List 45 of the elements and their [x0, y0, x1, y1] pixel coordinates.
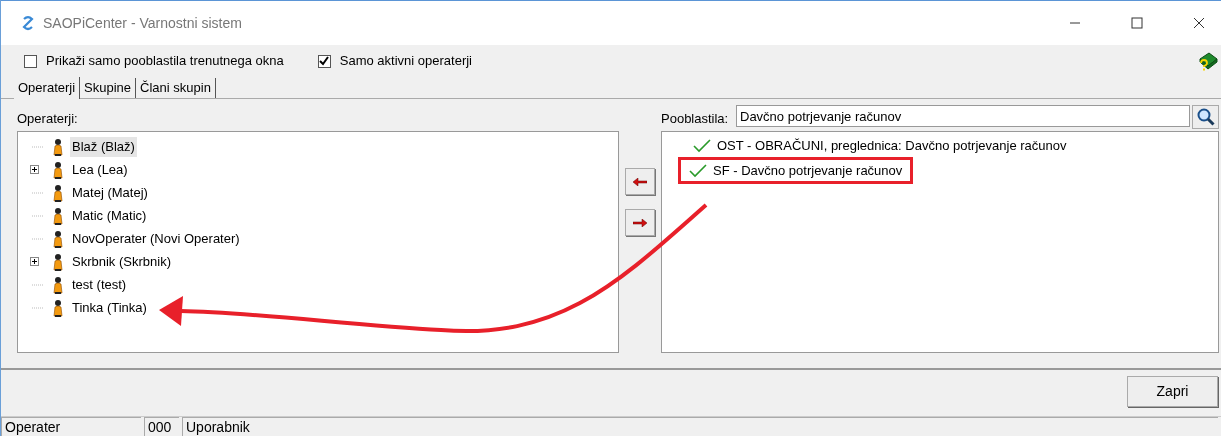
expand-icon[interactable]	[30, 165, 39, 174]
operator-item[interactable]: Lea (Lea)	[70, 159, 130, 180]
help-book-icon[interactable]	[1197, 51, 1219, 71]
user-icon	[52, 275, 64, 294]
highlighted-permission-item[interactable]: SF - Davčno potrjevanje računov	[678, 157, 914, 184]
status-field: Uporabnik	[182, 417, 1218, 436]
operator-item[interactable]: Blaž (Blaž)	[70, 136, 137, 157]
tab[interactable]: Operaterji	[14, 77, 81, 99]
window-title: SAOPiCenter - Varnostni sistem	[43, 13, 242, 33]
permission-item[interactable]: OST - OBRAČUNI, preglednica: Davčno potrjevanje računov	[682, 135, 1078, 157]
operator-item[interactable]: test (test)	[70, 274, 129, 295]
operator-item[interactable]: Matej (Matej)	[70, 182, 150, 203]
user-icon	[52, 206, 64, 225]
check-icon	[689, 163, 707, 178]
checkbox[interactable]	[24, 54, 37, 68]
user-icon	[52, 137, 64, 156]
close-button[interactable]: Zapri	[1127, 376, 1218, 407]
operator-item[interactable]: Matic (Matic)	[70, 205, 149, 226]
search-icon	[1196, 108, 1215, 126]
status-field: 000	[144, 417, 179, 436]
checkbox-label[interactable]: Samo aktivni operaterji	[339, 51, 472, 71]
status-field: Operater	[1, 417, 141, 436]
operators-label: Operaterji:	[17, 110, 79, 128]
user-icon	[52, 229, 64, 248]
permissions-label: Pooblastila:	[661, 110, 730, 127]
operator-item[interactable]: Skrbnik (Skrbnik)	[70, 251, 173, 272]
user-icon	[52, 298, 64, 317]
operator-item[interactable]: NovOperater (Novi Operater)	[70, 228, 242, 249]
maximize-icon[interactable]	[1131, 17, 1143, 29]
move-right-button[interactable]	[624, 209, 655, 236]
check-icon	[693, 139, 711, 153]
user-icon	[52, 183, 64, 202]
move-left-button[interactable]	[624, 168, 655, 195]
checkbox-label[interactable]: Prikaži samo pooblastila trenutnega okna	[46, 51, 284, 71]
close-icon[interactable]	[1193, 17, 1205, 29]
search-button[interactable]	[1192, 105, 1219, 129]
operator-item[interactable]: Tinka (Tinka)	[70, 297, 149, 318]
checkbox[interactable]	[317, 54, 331, 68]
app-logo-icon	[21, 15, 35, 31]
expand-icon[interactable]	[30, 257, 39, 266]
search-field[interactable]: Davčno potrjevanje računov	[736, 105, 1190, 127]
user-icon	[52, 160, 64, 179]
right-arrow-icon	[632, 218, 647, 227]
user-icon	[52, 252, 64, 271]
left-arrow-icon	[632, 177, 647, 186]
